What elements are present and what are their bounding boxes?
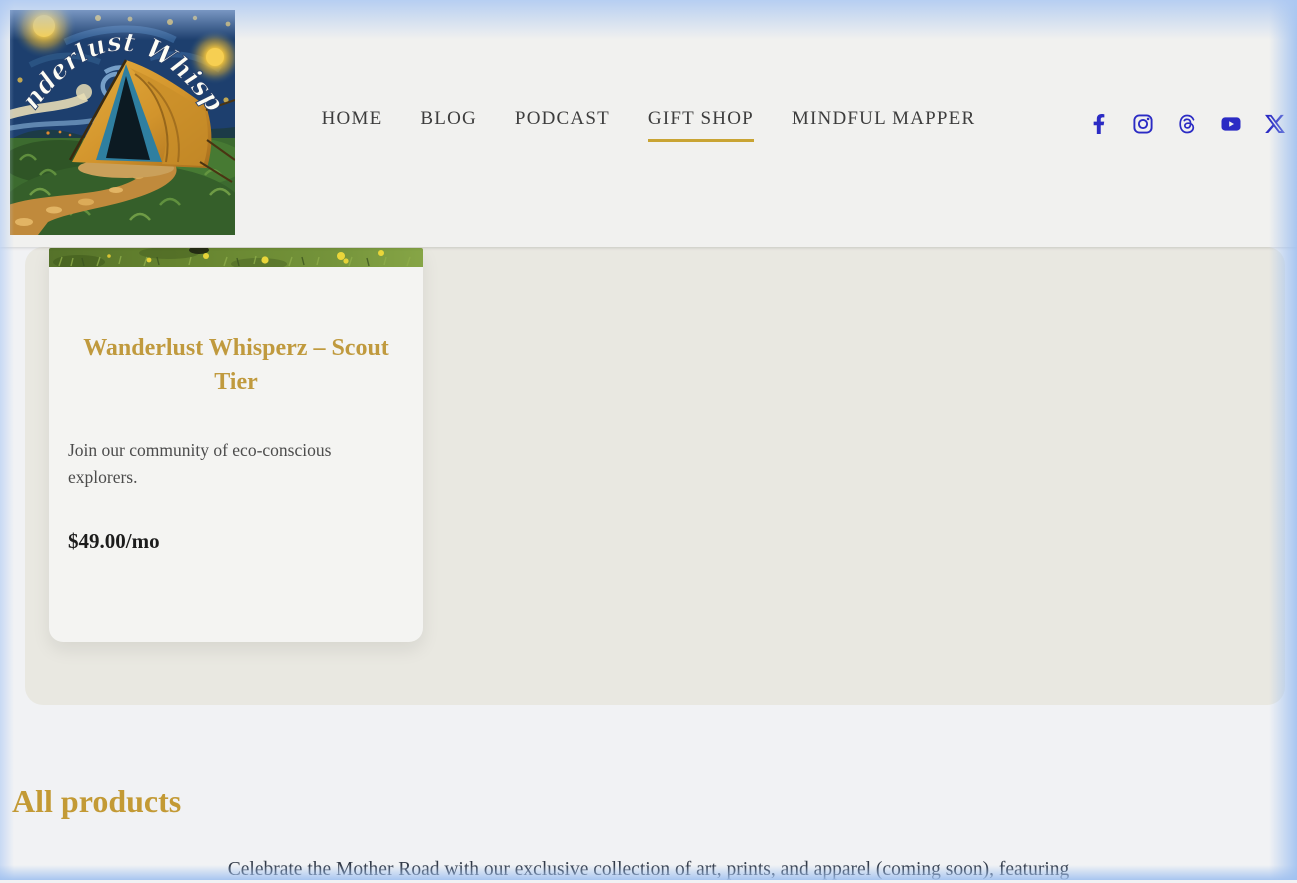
membership-products-section: Wanderlust Whisperz – Scout Tier Join ou… [25,247,1285,705]
threads-icon[interactable] [1177,114,1197,134]
youtube-icon[interactable] [1221,114,1241,134]
all-products-intro-text: Celebrate the Mother Road with our exclu… [227,859,1070,880]
social-bar [1089,114,1285,134]
site-header: Wanderlust Whisperz HOME BLOG PODCAST GI… [0,0,1297,247]
nav-item-podcast[interactable]: PODCAST [515,108,610,142]
product-description: Join our community of eco-conscious expl… [68,440,332,487]
product-title[interactable]: Wanderlust Whisperz – Scout Tier [49,331,423,399]
product-image [49,248,423,267]
all-products-heading: All products [12,783,182,819]
product-price: $49.00/mo [68,529,160,553]
instagram-icon[interactable] [1133,114,1153,134]
nav-item-blog[interactable]: BLOG [420,108,477,142]
x-twitter-icon[interactable] [1265,114,1285,134]
nav-item-home[interactable]: HOME [322,108,383,142]
nav-item-gift-shop[interactable]: GIFT SHOP [647,108,754,142]
grass-meadow-photo [49,248,423,267]
facebook-icon[interactable] [1089,114,1109,134]
nav-item-mindful-mapper[interactable]: MINDFUL MAPPER [792,108,975,142]
product-card-scout-tier[interactable]: Wanderlust Whisperz – Scout Tier Join ou… [49,248,423,642]
